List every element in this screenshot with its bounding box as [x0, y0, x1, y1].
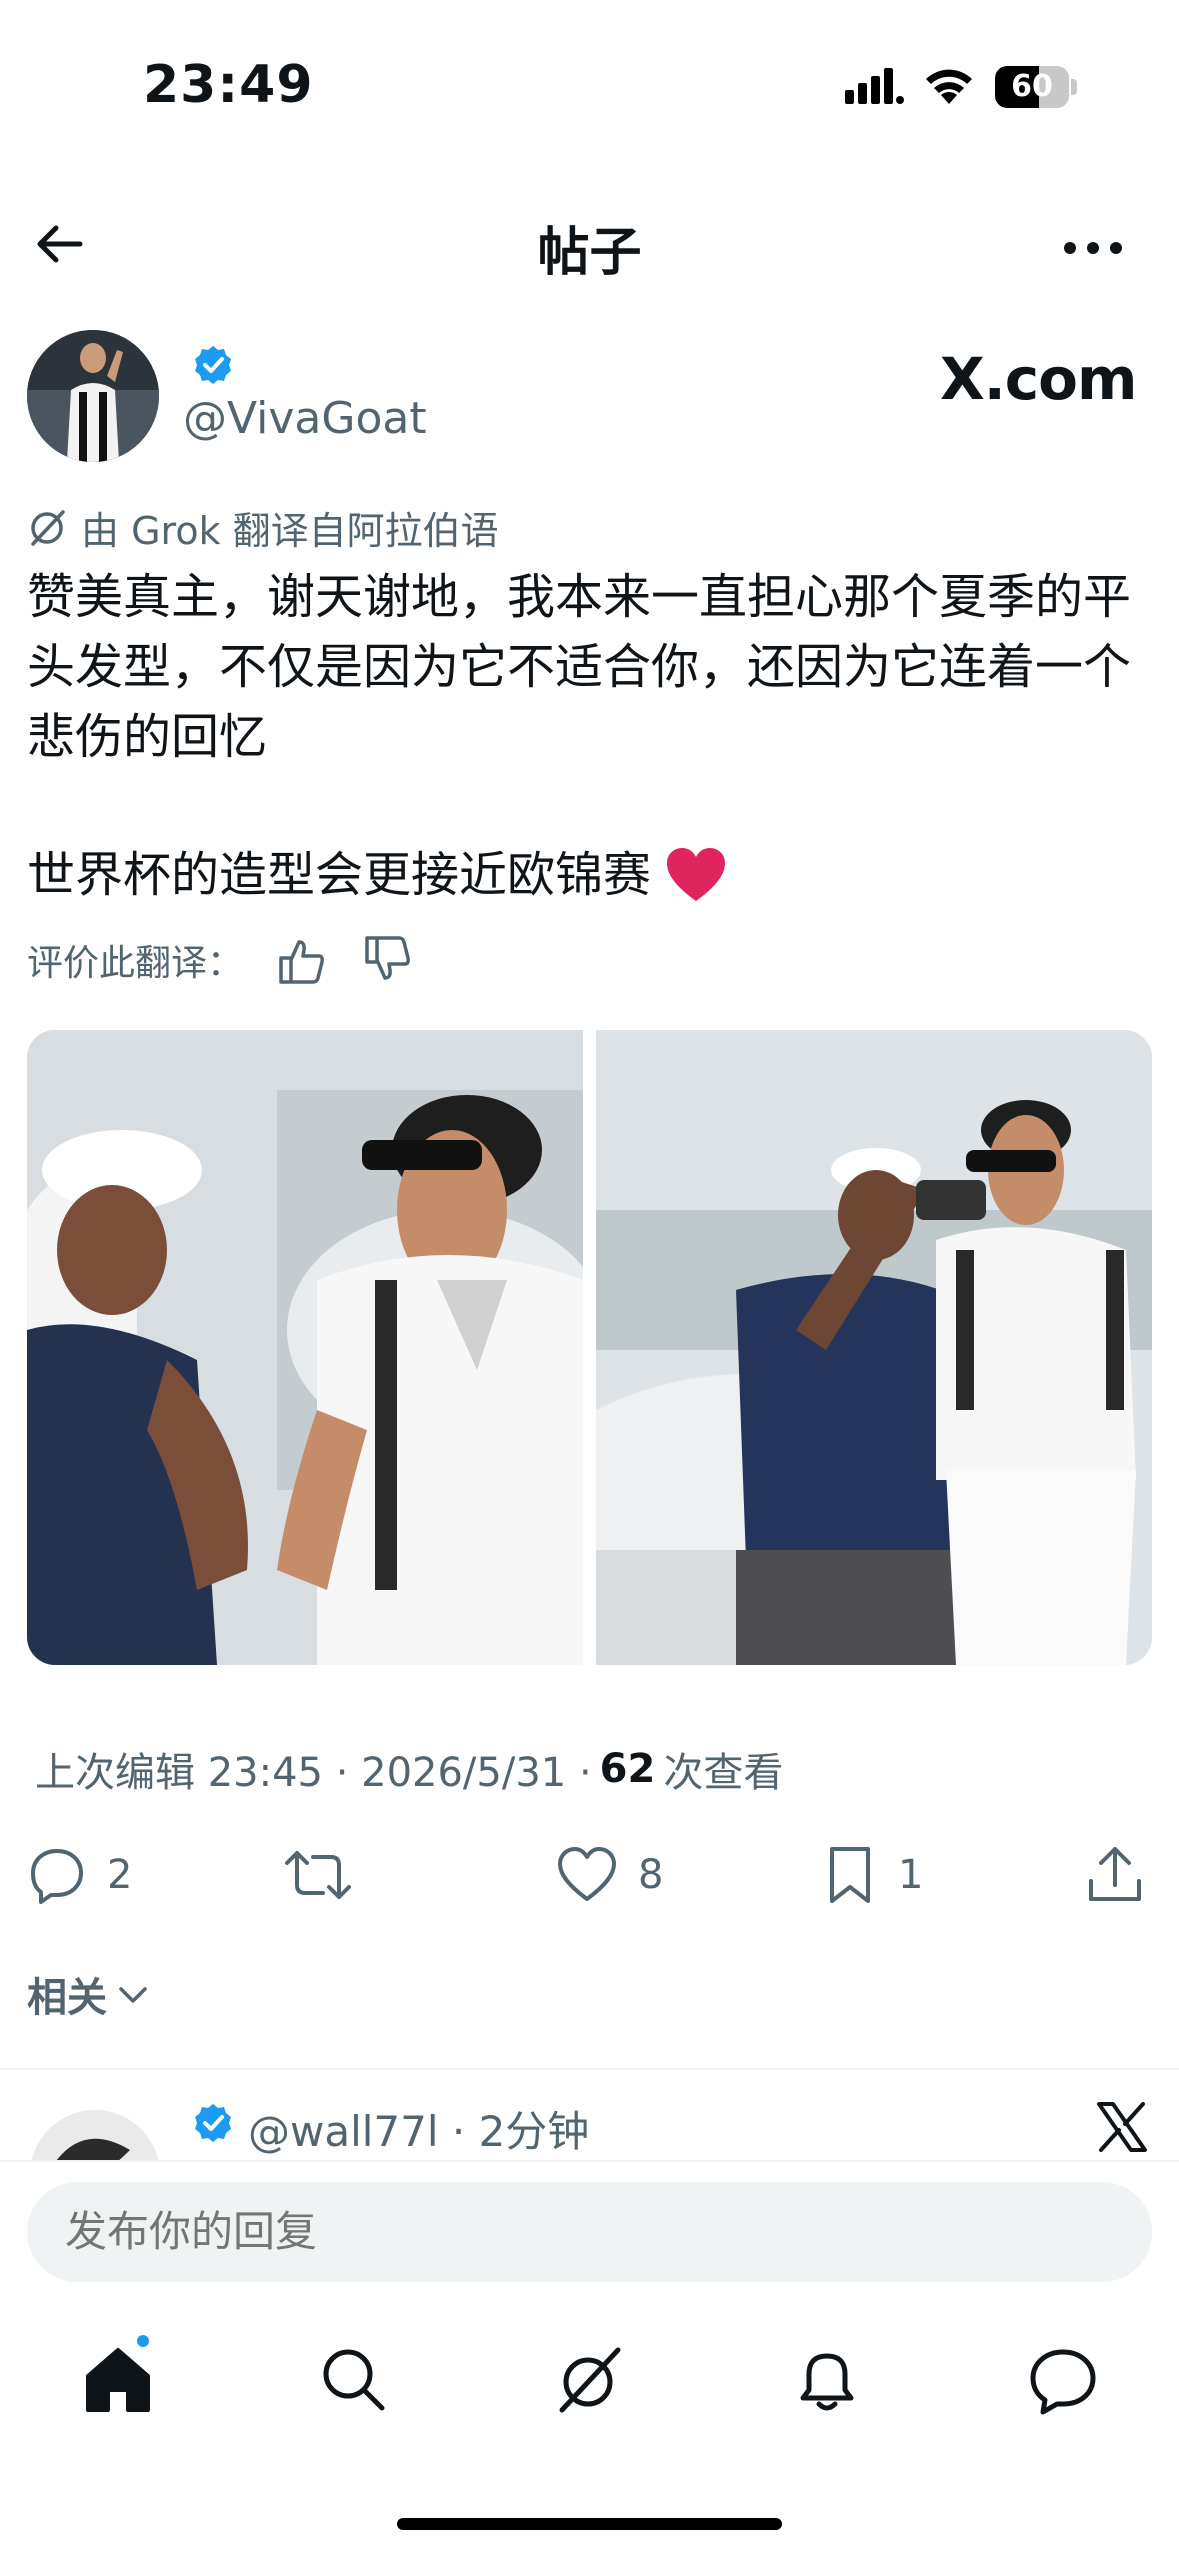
thumbs-up-icon[interactable] — [273, 932, 329, 988]
post-image-1[interactable] — [27, 1030, 583, 1665]
reply-count: 2 — [107, 1852, 133, 1898]
nav-header: 帖子 — [0, 190, 1179, 300]
next-post-preview[interactable]: @wall77l · 2分钟 — [0, 2070, 1179, 2160]
site-logo-text: X.com — [940, 345, 1137, 413]
search-icon[interactable] — [314, 2340, 394, 2420]
home-icon[interactable] — [78, 2340, 158, 2420]
translation-note-text: 由 Grok 翻译自阿拉伯语 — [81, 508, 499, 553]
translation-note: 由 Grok 翻译自阿拉伯语 — [27, 502, 499, 553]
page-title: 帖子 — [537, 223, 642, 283]
more-options-icon[interactable] — [1058, 218, 1128, 278]
post-meta: 上次编辑 23:45 · 2026/5/31 · 62 次查看 — [35, 1740, 783, 1798]
home-notification-dot — [134, 2332, 152, 2350]
status-bar: 23:49 60 — [0, 0, 1179, 160]
edited-timestamp[interactable]: 上次编辑 23:45 · 2026/5/31 · — [35, 1740, 592, 1798]
wifi-icon — [926, 69, 972, 104]
post-text-second: 世界杯的造型会更接近欧锦赛 — [27, 847, 652, 903]
rate-translation: 评价此翻译： — [27, 930, 415, 990]
x-logo-icon — [1097, 2102, 1147, 2152]
post-image-2[interactable] — [596, 1030, 1152, 1665]
chevron-down-icon — [119, 1987, 147, 2003]
verified-badge-icon — [195, 346, 231, 384]
repost-button[interactable] — [283, 1830, 373, 1920]
views-label: 次查看 — [663, 1750, 784, 1796]
home-indicator — [397, 2518, 782, 2530]
views-count: 62 — [599, 1746, 656, 1792]
verified-badge-icon — [195, 2104, 231, 2142]
related-label: 相关 — [27, 1975, 107, 2021]
battery-level: 60 — [1011, 69, 1053, 104]
like-count: 8 — [638, 1852, 664, 1898]
thumbs-down-icon[interactable] — [359, 932, 415, 988]
post-text-line2: 世界杯的造型会更接近欧锦赛 — [27, 840, 727, 910]
bookmark-count: 1 — [898, 1852, 924, 1898]
red-heart-icon — [667, 848, 726, 901]
post-actions: 2 8 1 — [0, 1830, 1179, 1920]
messages-icon[interactable] — [1023, 2340, 1103, 2420]
bottom-tab-bar — [0, 2300, 1179, 2460]
avatar[interactable] — [27, 330, 159, 462]
share-icon — [1089, 1847, 1141, 1901]
reply-input[interactable] — [27, 2182, 1152, 2282]
author-handle[interactable]: @VivaGoat — [183, 393, 427, 444]
notifications-icon[interactable] — [787, 2340, 867, 2420]
next-post-handle[interactable]: @wall77l · 2分钟 — [248, 2098, 589, 2159]
grok-icon[interactable] — [550, 2340, 630, 2420]
cellular-signal-icon — [845, 68, 904, 104]
repost-icon — [285, 1851, 351, 1899]
related-toggle[interactable]: 相关 — [27, 1965, 151, 2023]
bookmark-icon — [830, 1847, 870, 1903]
rate-translation-label: 评价此翻译： — [27, 943, 244, 984]
share-button[interactable] — [1085, 1830, 1165, 1920]
x-com-logo: X.com — [940, 345, 1137, 413]
reply-icon — [31, 1849, 83, 1904]
post-text: 赞美真主，谢天谢地，我本来一直担心那个夏季的平头发型，不仅是因为它不适合你，还因… — [27, 569, 1132, 765]
battery-icon: 60 — [995, 66, 1077, 108]
next-post-avatar[interactable] — [30, 2110, 160, 2160]
grok-icon — [31, 510, 65, 546]
reply-bar — [0, 2160, 1179, 2290]
like-button[interactable]: 8 — [556, 1830, 663, 1920]
post-author: @VivaGoat X.com — [0, 325, 1179, 475]
status-time: 23:49 — [143, 55, 314, 115]
heart-icon — [558, 1847, 616, 1901]
bookmark-button[interactable]: 1 — [822, 1830, 923, 1920]
reply-button[interactable]: 2 — [27, 1830, 132, 1920]
